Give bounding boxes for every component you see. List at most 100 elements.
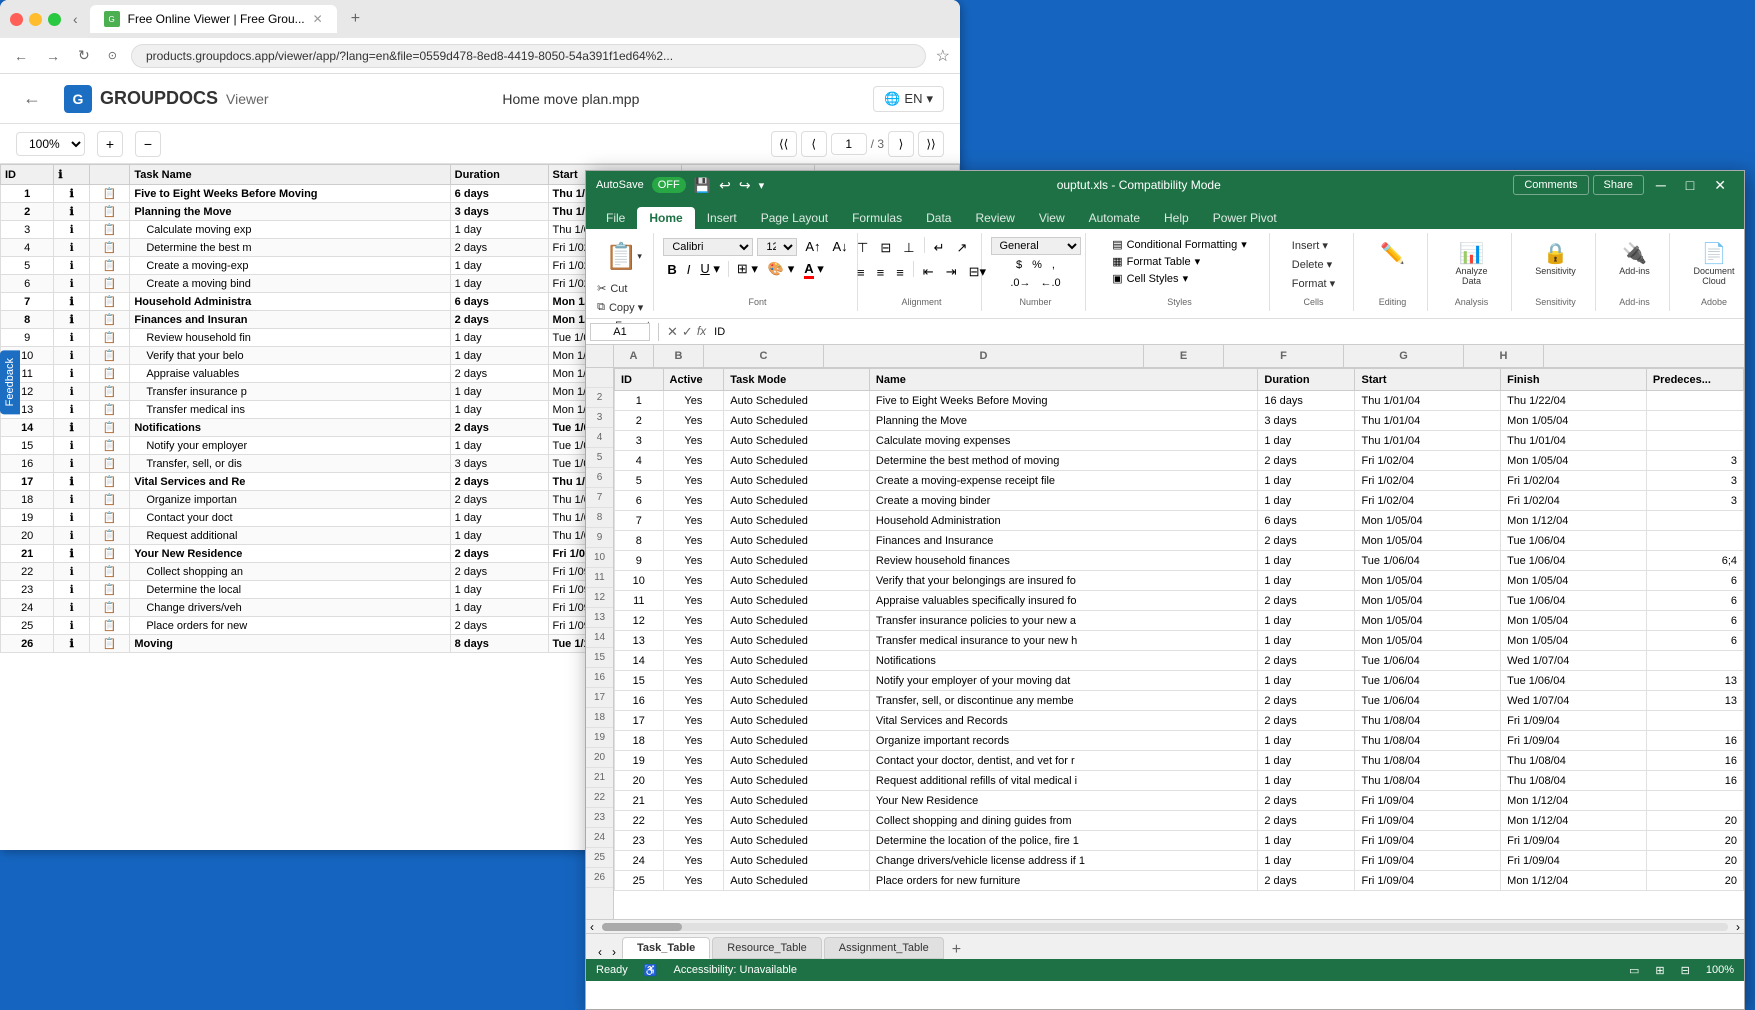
excel-cell-duration[interactable]: 2 days [1258,691,1355,711]
excel-maximize-btn[interactable]: □ [1678,173,1702,197]
excel-cell-name[interactable]: Notify your employer of your moving dat [869,671,1257,691]
excel-cell-duration[interactable]: 1 day [1258,831,1355,851]
excel-cell-active[interactable]: Yes [663,451,724,471]
excel-cell-id[interactable]: 23 [615,831,664,851]
excel-cell-duration[interactable]: 2 days [1258,451,1355,471]
excel-cell-active[interactable]: Yes [663,531,724,551]
excel-cell-id[interactable]: 24 [615,851,664,871]
excel-cell-duration[interactable]: 1 day [1258,551,1355,571]
scroll-thumb[interactable] [602,923,682,931]
font-color-btn[interactable]: A ▾ [800,259,828,279]
undo-btn[interactable]: ↩ [719,177,731,194]
excel-cell-duration[interactable]: 1 day [1258,751,1355,771]
normal-view-icon[interactable]: ▭ [1629,964,1639,977]
excel-minimize-btn[interactable]: ─ [1648,173,1674,197]
excel-cell-mode[interactable]: Auto Scheduled [724,531,870,551]
excel-cell-finish[interactable]: Fri 1/09/04 [1501,831,1647,851]
excel-cell-id[interactable]: 5 [615,471,664,491]
ribbon-tab-view[interactable]: View [1027,207,1077,229]
excel-cell-finish[interactable]: Fri 1/09/04 [1501,711,1647,731]
excel-cell-pred[interactable]: 13 [1646,691,1743,711]
excel-cell-mode[interactable]: Auto Scheduled [724,771,870,791]
excel-cell-id[interactable]: 17 [615,711,664,731]
excel-cell-start[interactable]: Fri 1/09/04 [1355,811,1501,831]
delete-cells-btn[interactable]: Delete ▾ [1288,256,1339,273]
excel-cell-active[interactable]: Yes [663,671,724,691]
excel-cell-start[interactable]: Thu 1/08/04 [1355,731,1501,751]
excel-cell-pred[interactable]: 16 [1646,771,1743,791]
decrease-decimal-btn[interactable]: .0→ [1006,275,1034,291]
excel-cell-id[interactable]: 20 [615,771,664,791]
excel-cell-pred[interactable]: 20 [1646,851,1743,871]
excel-cell-name[interactable]: Notifications [869,651,1257,671]
add-sheet-btn[interactable]: + [946,941,967,959]
excel-cell-duration[interactable]: 1 day [1258,611,1355,631]
addins-btn[interactable]: 🔌 Add-ins [1613,237,1656,280]
excel-cell-start[interactable]: Tue 1/06/04 [1355,651,1501,671]
bold-btn[interactable]: B [663,260,680,279]
excel-cell-finish[interactable]: Mon 1/05/04 [1501,571,1647,591]
number-format-select[interactable]: General [991,237,1081,255]
excel-cell-finish[interactable]: Fri 1/09/04 [1501,851,1647,871]
bookmark-btn[interactable]: ☆ [936,46,950,66]
page-next-btn[interactable]: ⟩ [888,131,914,157]
excel-cell-active[interactable]: Yes [663,851,724,871]
excel-cell-finish[interactable]: Mon 1/05/04 [1501,451,1647,471]
excel-cell-duration[interactable]: 1 day [1258,771,1355,791]
excel-cell-mode[interactable]: Auto Scheduled [724,431,870,451]
feedback-btn[interactable]: Feedback [0,350,20,414]
excel-cell-name[interactable]: Contact your doctor, dentist, and vet fo… [869,751,1257,771]
excel-cell-pred[interactable]: 3 [1646,491,1743,511]
excel-cell-start[interactable]: Tue 1/06/04 [1355,671,1501,691]
excel-cell-finish[interactable]: Thu 1/08/04 [1501,751,1647,771]
adobe-btn[interactable]: 📄 Document Cloud [1682,237,1746,290]
excel-cell-pred[interactable] [1646,651,1743,671]
excel-cell-finish[interactable]: Mon 1/12/04 [1501,511,1647,531]
excel-cell-id[interactable]: 15 [615,671,664,691]
analyze-data-btn[interactable]: 📊 Analyze Data [1440,237,1503,290]
excel-cell-start[interactable]: Fri 1/09/04 [1355,791,1501,811]
excel-cell-id[interactable]: 11 [615,591,664,611]
page-layout-icon[interactable]: ⊞ [1655,964,1664,977]
excel-cell-pred[interactable]: 20 [1646,831,1743,851]
font-grow-btn[interactable]: A↑ [801,237,824,256]
excel-cell-pred[interactable] [1646,511,1743,531]
paste-btn[interactable]: 📋 ▾ [599,237,648,276]
increase-indent-btn[interactable]: ⇥ [941,261,962,283]
excel-cell-finish[interactable]: Wed 1/07/04 [1501,651,1647,671]
autosave-toggle[interactable]: OFF [652,177,686,193]
excel-cell-mode[interactable]: Auto Scheduled [724,631,870,651]
excel-cell-finish[interactable]: Fri 1/02/04 [1501,471,1647,491]
excel-cell-active[interactable]: Yes [663,831,724,851]
tab-close-icon[interactable]: ✕ [313,12,323,26]
excel-cell-name[interactable]: Finances and Insurance [869,531,1257,551]
excel-cell-active[interactable]: Yes [663,391,724,411]
excel-cell-name[interactable]: Create a moving binder [869,491,1257,511]
excel-cell-start[interactable]: Mon 1/05/04 [1355,531,1501,551]
excel-cell-id[interactable]: 21 [615,791,664,811]
excel-cell-name[interactable]: Household Administration [869,511,1257,531]
excel-cell-finish[interactable]: Mon 1/12/04 [1501,811,1647,831]
sheet-tab-assignment-table[interactable]: Assignment_Table [824,937,944,959]
excel-cell-mode[interactable]: Auto Scheduled [724,791,870,811]
excel-cell-name[interactable]: Five to Eight Weeks Before Moving [869,391,1257,411]
sheet-tab-task-table[interactable]: Task_Table [622,937,710,959]
comments-btn[interactable]: Comments [1513,175,1588,195]
excel-cell-duration[interactable]: 1 day [1258,471,1355,491]
nav-home-btn[interactable]: ⊙ [104,45,121,66]
border-btn[interactable]: ⊞ ▾ [733,259,762,279]
excel-cell-finish[interactable]: Tue 1/06/04 [1501,551,1647,571]
excel-cell-mode[interactable]: Auto Scheduled [724,511,870,531]
orientation-btn[interactable]: ↗ [951,237,972,259]
excel-cell-id[interactable]: 7 [615,511,664,531]
excel-cell-mode[interactable]: Auto Scheduled [724,711,870,731]
font-shrink-btn[interactable]: A↓ [829,237,852,256]
browser-back-btn[interactable]: ‹ [69,7,82,31]
page-first-btn[interactable]: ⟨⟨ [771,131,797,157]
excel-cell-start[interactable]: Mon 1/05/04 [1355,591,1501,611]
ribbon-tab-insert[interactable]: Insert [695,207,749,229]
excel-cell-name[interactable]: Determine the best method of moving [869,451,1257,471]
excel-cell-duration[interactable]: 1 day [1258,671,1355,691]
excel-cell-id[interactable]: 3 [615,431,664,451]
excel-cell-pred[interactable] [1646,791,1743,811]
